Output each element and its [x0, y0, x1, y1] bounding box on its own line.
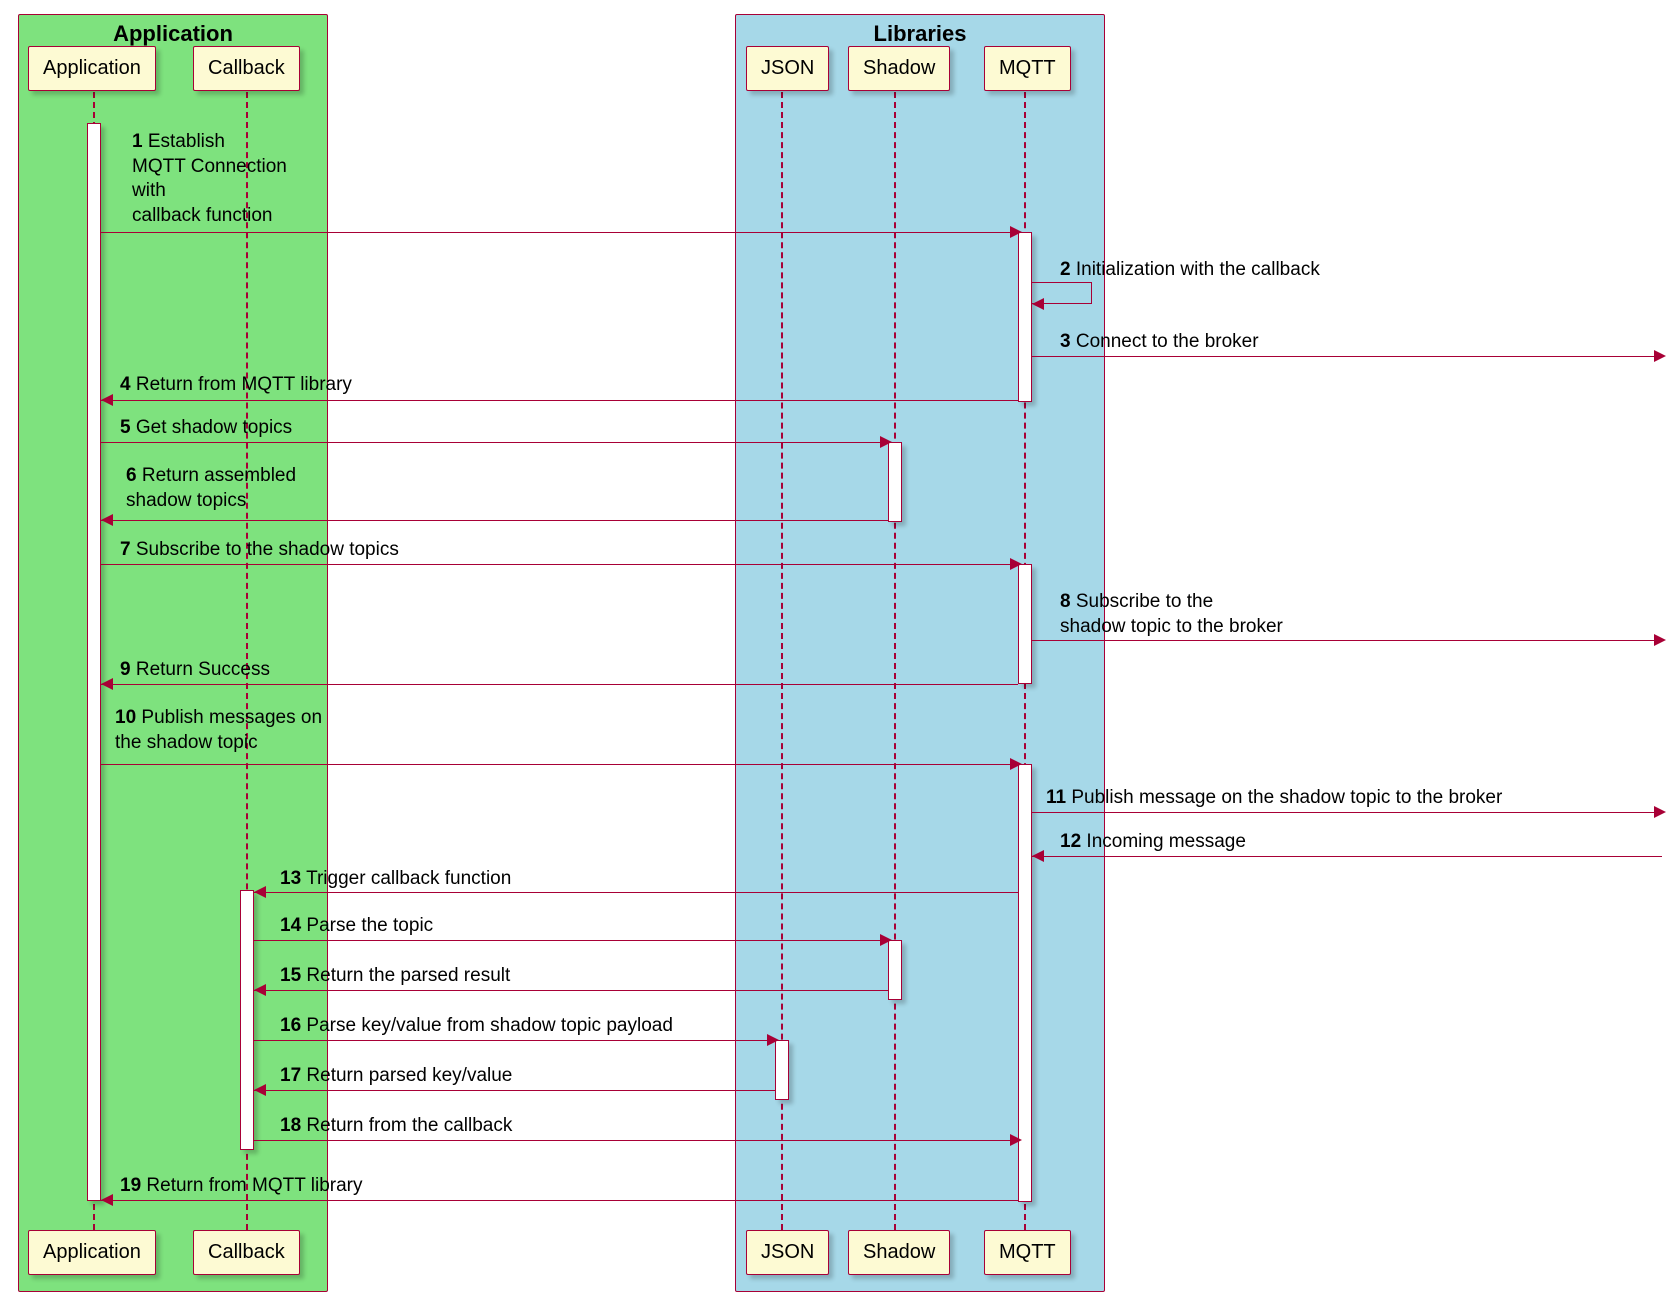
msg-1-line	[101, 232, 1018, 233]
msg-18-label: 18 Return from the callback	[280, 1114, 512, 1139]
participant-callback-top: Callback	[193, 46, 300, 91]
msg-18-line	[254, 1140, 1018, 1141]
msg-11-label: 11 Publish message on the shadow topic t…	[1046, 786, 1502, 811]
msg-2-arrow	[1032, 298, 1044, 310]
activation-shadow-2	[888, 940, 902, 1000]
msg-2-label: 2 Initialization with the callback	[1060, 258, 1320, 283]
msg-11-line	[1032, 812, 1662, 813]
msg-9-line	[101, 684, 1018, 685]
participant-callback-bottom: Callback	[193, 1230, 300, 1275]
sequence-diagram: Application Libraries Application Callba…	[10, 10, 1666, 1304]
msg-4-line	[101, 400, 1018, 401]
msg-9-arrow	[101, 678, 113, 690]
msg-7-arrow	[1010, 558, 1022, 570]
msg-5-line	[101, 442, 888, 443]
msg-3-arrow	[1654, 350, 1666, 362]
msg-13-arrow	[254, 886, 266, 898]
participant-mqtt-bottom: MQTT	[984, 1230, 1071, 1275]
msg-6-arrow	[101, 514, 113, 526]
msg-6-label: 6 Return assembled shadow topics	[126, 464, 296, 513]
msg-3-label: 3 Connect to the broker	[1060, 330, 1259, 355]
activation-callback	[240, 890, 254, 1150]
activation-application	[87, 123, 101, 1201]
group-application-title: Application	[113, 21, 233, 47]
msg-4-arrow	[101, 394, 113, 406]
msg-10-line	[101, 764, 1018, 765]
msg-8-label: 8 Subscribe to the shadow topic to the b…	[1060, 590, 1283, 639]
msg-3-line	[1032, 356, 1662, 357]
activation-mqtt-2	[1018, 564, 1032, 684]
msg-11-arrow	[1654, 806, 1666, 818]
msg-7-label: 7 Subscribe to the shadow topics	[120, 538, 399, 563]
msg-17-line	[254, 1090, 775, 1091]
msg-19-label: 19 Return from MQTT library	[120, 1174, 363, 1199]
msg-15-line	[254, 990, 888, 991]
msg-1-arrow	[1010, 226, 1022, 238]
msg-13-label: 13 Trigger callback function	[280, 867, 511, 892]
msg-5-arrow	[880, 436, 892, 448]
msg-14-arrow	[880, 934, 892, 946]
participant-json-bottom: JSON	[746, 1230, 829, 1275]
lifeline-shadow	[894, 92, 896, 1230]
msg-17-label: 17 Return parsed key/value	[280, 1064, 512, 1089]
msg-18-arrow	[1010, 1134, 1022, 1146]
participant-application-top: Application	[28, 46, 156, 91]
msg-1-label: 1 Establish MQTT Connection with callbac…	[132, 130, 287, 229]
msg-14-label: 14 Parse the topic	[280, 914, 433, 939]
group-libraries-title: Libraries	[874, 21, 967, 47]
msg-15-label: 15 Return the parsed result	[280, 964, 510, 989]
msg-9-label: 9 Return Success	[120, 658, 270, 683]
msg-17-arrow	[254, 1084, 266, 1096]
msg-19-arrow	[101, 1194, 113, 1206]
msg-4-label: 4 Return from MQTT library	[120, 373, 352, 398]
msg-12-arrow	[1032, 850, 1044, 862]
participant-shadow-bottom: Shadow	[848, 1230, 950, 1275]
participant-json-top: JSON	[746, 46, 829, 91]
msg-19-line	[101, 1200, 1018, 1201]
msg-14-line	[254, 940, 888, 941]
msg-12-line	[1032, 856, 1662, 857]
msg-8-arrow	[1654, 634, 1666, 646]
msg-10-arrow	[1010, 758, 1022, 770]
msg-16-label: 16 Parse key/value from shadow topic pay…	[280, 1014, 673, 1039]
msg-16-line	[254, 1040, 775, 1041]
msg-6-line	[101, 520, 888, 521]
group-libraries: Libraries	[735, 14, 1105, 1292]
activation-shadow-1	[888, 442, 902, 522]
msg-10-label: 10 Publish messages on the shadow topic	[115, 706, 322, 755]
msg-16-arrow	[767, 1034, 779, 1046]
msg-7-line	[101, 564, 1018, 565]
activation-mqtt-1	[1018, 232, 1032, 402]
participant-mqtt-top: MQTT	[984, 46, 1071, 91]
msg-5-label: 5 Get shadow topics	[120, 416, 292, 441]
participant-shadow-top: Shadow	[848, 46, 950, 91]
msg-12-label: 12 Incoming message	[1060, 830, 1246, 855]
msg-8-line	[1032, 640, 1662, 641]
participant-application-bottom: Application	[28, 1230, 156, 1275]
activation-json	[775, 1040, 789, 1100]
msg-15-arrow	[254, 984, 266, 996]
msg-13-line	[254, 892, 1018, 893]
